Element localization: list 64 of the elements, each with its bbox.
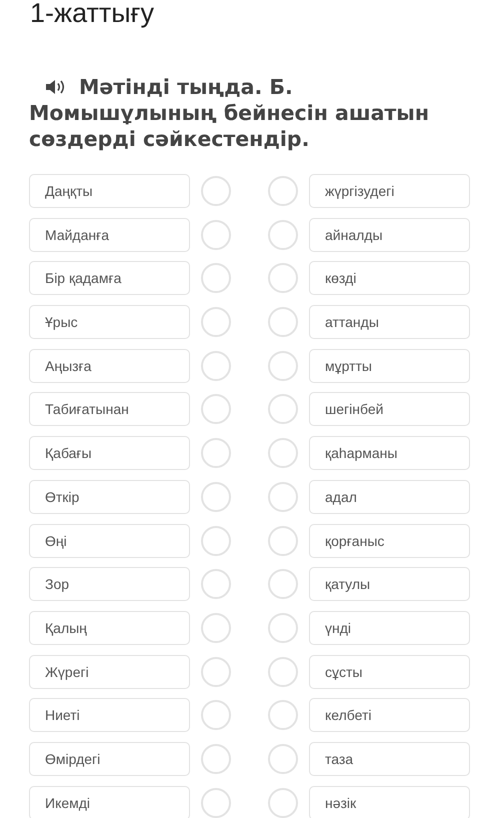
word-card[interactable]: келбеті <box>309 698 470 732</box>
word-card[interactable]: Өткір <box>29 480 190 514</box>
word-card[interactable]: Даңқты <box>29 174 190 208</box>
exercise-title: 1-жаттығу <box>29 0 155 28</box>
word-card[interactable]: Бір қадамға <box>29 261 190 296</box>
word-card[interactable]: таза <box>309 742 470 776</box>
word-card[interactable]: жүргізудегі <box>309 174 470 208</box>
word-card[interactable]: мұртты <box>309 348 470 383</box>
match-circle[interactable] <box>268 394 298 424</box>
word-card[interactable]: Өңі <box>29 524 190 558</box>
match-circle[interactable] <box>268 656 298 687</box>
match-circle[interactable] <box>268 350 298 381</box>
match-circle[interactable] <box>201 394 231 424</box>
word-card[interactable]: Майданға <box>29 218 190 252</box>
word-card[interactable]: қорғаныс <box>309 524 470 558</box>
match-circle[interactable] <box>201 569 231 600</box>
word-card[interactable]: көзді <box>309 261 470 296</box>
match-circle[interactable] <box>201 350 231 381</box>
match-circle[interactable] <box>268 307 298 338</box>
match-circle[interactable] <box>268 263 298 294</box>
match-circle[interactable] <box>268 438 298 468</box>
word-card[interactable]: шегінбей <box>309 392 470 426</box>
instruction-text: Мәтінді тыңда. Б. <box>79 74 293 100</box>
match-circle[interactable] <box>201 526 231 556</box>
match-circle[interactable] <box>268 176 298 206</box>
match-circle[interactable] <box>268 526 298 556</box>
match-circle[interactable] <box>268 482 298 512</box>
word-card[interactable]: аттанды <box>309 305 470 340</box>
match-circle[interactable] <box>268 220 298 250</box>
word-card[interactable]: қаһарманы <box>309 436 470 470</box>
match-circle[interactable] <box>268 612 298 643</box>
match-circle[interactable] <box>201 307 231 338</box>
match-circle[interactable] <box>201 612 231 643</box>
match-circle[interactable] <box>201 482 231 512</box>
word-card[interactable]: адал <box>309 480 470 514</box>
word-card[interactable]: үнді <box>309 610 470 645</box>
word-card[interactable]: қатулы <box>309 567 470 602</box>
word-card[interactable]: Жүрегі <box>29 654 190 689</box>
match-circle[interactable] <box>201 176 231 206</box>
match-circle[interactable] <box>201 438 231 468</box>
match-circle[interactable] <box>201 744 231 774</box>
word-card[interactable]: Зор <box>29 567 190 602</box>
word-card[interactable]: сұсты <box>309 654 470 689</box>
speaker-icon[interactable] <box>45 79 65 95</box>
match-circle[interactable] <box>268 700 298 730</box>
match-circle[interactable] <box>268 744 298 774</box>
word-card[interactable]: Табиғатынан <box>29 392 190 426</box>
match-circle[interactable] <box>201 788 231 818</box>
word-card[interactable]: Қалың <box>29 610 190 645</box>
word-card[interactable]: Аңызға <box>29 348 190 383</box>
match-circle[interactable] <box>268 788 298 818</box>
match-circle[interactable] <box>201 700 231 730</box>
word-card[interactable]: айналды <box>309 218 470 252</box>
instruction-text: Момышұлының бейнесін ашатын сөздерді сәйкестендір. <box>29 100 430 152</box>
word-card[interactable]: Икемді <box>29 786 190 818</box>
match-circle[interactable] <box>201 656 231 687</box>
match-circle[interactable] <box>201 263 231 294</box>
word-card[interactable]: нәзік <box>309 786 470 818</box>
word-card[interactable]: Қабағы <box>29 436 190 470</box>
word-card[interactable]: Ниеті <box>29 698 190 732</box>
word-card[interactable]: Ұрыс <box>29 305 190 340</box>
match-circle[interactable] <box>268 569 298 600</box>
word-card[interactable]: Өмірдегі <box>29 742 190 776</box>
match-circle[interactable] <box>201 220 231 250</box>
